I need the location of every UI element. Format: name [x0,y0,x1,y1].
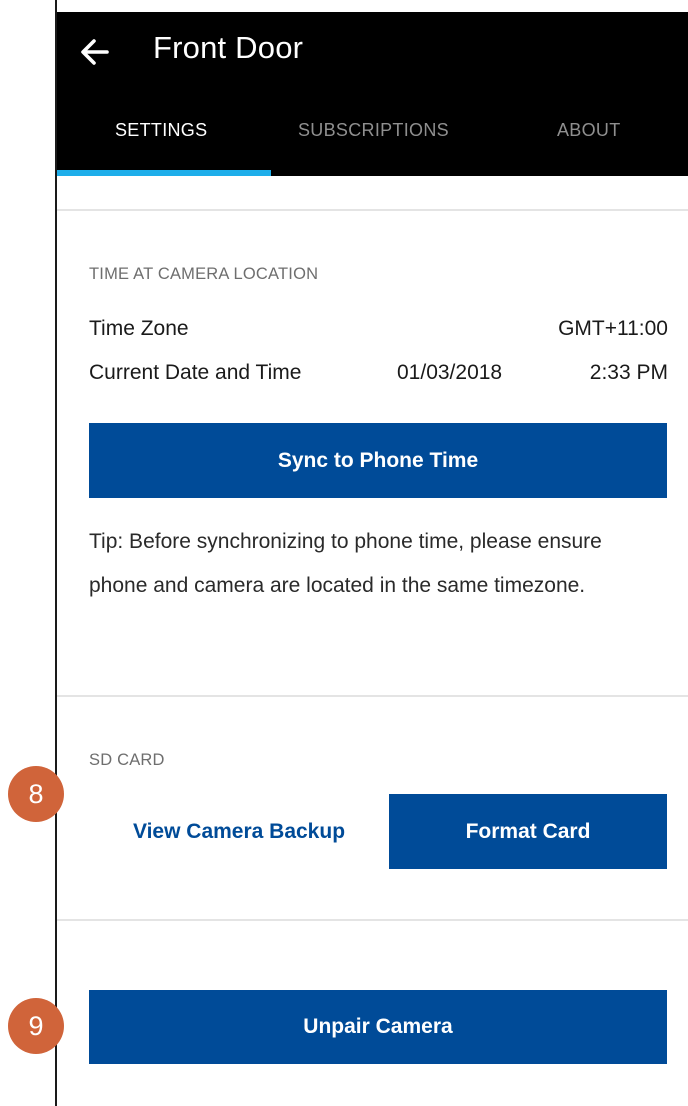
time-zone-label: Time Zone [89,317,189,340]
date-value: 01/03/2018 [397,361,503,384]
page: Front Door SETTINGS SUBSCRIPTIONS ABOUT … [0,0,688,1106]
tab-about[interactable]: ABOUT [557,120,621,141]
active-tab-indicator [57,170,271,176]
tab-settings[interactable]: SETTINGS [115,120,207,141]
sd-card-section-label: SD CARD [89,751,165,769]
time-section-label: TIME AT CAMERA LOCATION [89,265,319,283]
callout-badge-9: 9 [8,998,64,1054]
view-camera-backup-button[interactable]: View Camera Backup [89,794,389,869]
sync-phone-time-button[interactable]: Sync to Phone Time [89,423,667,498]
time-zone-value: GMT+11:00 [558,317,668,340]
time-value: 2:33 PM [589,361,668,384]
section-divider [57,209,688,211]
section-divider [57,919,688,921]
format-card-button[interactable]: Format Card [389,794,667,869]
phone-screen: Front Door SETTINGS SUBSCRIPTIONS ABOUT … [57,12,688,1106]
section-divider [57,695,688,697]
app-header: Front Door SETTINGS SUBSCRIPTIONS ABOUT [57,12,688,176]
arrow-left-icon [81,39,109,65]
page-title: Front Door [153,30,304,65]
callout-badge-8: 8 [8,766,64,822]
unpair-camera-button[interactable]: Unpair Camera [89,990,667,1064]
tab-subscriptions[interactable]: SUBSCRIPTIONS [298,120,449,141]
datetime-label: Current Date and Time [89,361,302,384]
back-button[interactable] [77,34,113,70]
tip-text: Tip: Before synchronizing to phone time,… [89,530,602,597]
